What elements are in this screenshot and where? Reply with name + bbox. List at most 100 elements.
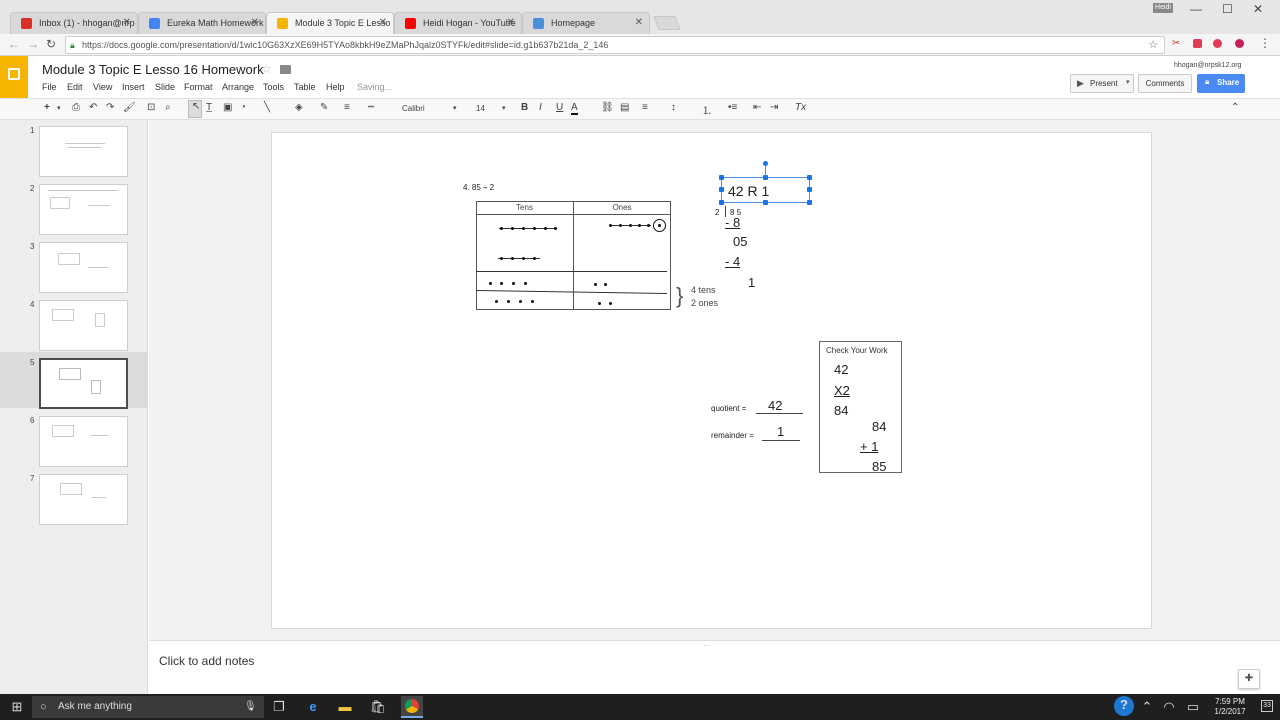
border-weight-icon[interactable]: ≡ bbox=[344, 102, 350, 113]
notes-placeholder[interactable]: Click to add notes bbox=[159, 654, 254, 668]
close-icon[interactable]: ✕ bbox=[379, 17, 387, 28]
folder-icon[interactable] bbox=[280, 65, 291, 74]
account-email[interactable]: hhogan@nrpsk12.org bbox=[1174, 62, 1241, 69]
wifi-icon[interactable]: ◠ bbox=[1160, 698, 1178, 716]
border-dash-icon[interactable]: ┅ bbox=[368, 102, 374, 113]
notes-resize-handle[interactable]: ··· bbox=[703, 641, 711, 650]
close-icon[interactable]: ✕ bbox=[635, 17, 643, 28]
menu-help[interactable]: Help bbox=[326, 82, 345, 92]
reload-icon[interactable]: ↻ bbox=[46, 37, 56, 51]
chevron-down-icon[interactable]: ▾ bbox=[502, 104, 506, 112]
edge-icon[interactable]: e bbox=[304, 698, 322, 716]
task-view-icon[interactable]: ❐ bbox=[270, 698, 288, 716]
menu-table[interactable]: Table bbox=[294, 82, 316, 92]
answer-text[interactable]: 42 R 1 bbox=[728, 183, 769, 199]
battery-icon[interactable]: ▭ bbox=[1184, 698, 1202, 716]
extension-icon[interactable] bbox=[1193, 39, 1202, 48]
select-cursor-icon[interactable]: ↖ bbox=[188, 100, 202, 118]
speaker-notes-panel[interactable]: ··· Click to add notes ✚ bbox=[149, 640, 1280, 694]
notification-count[interactable]: 33 bbox=[1261, 700, 1273, 712]
taskbar-search[interactable]: ○ Ask me anything 🎙︎ bbox=[32, 696, 264, 718]
resize-handle[interactable] bbox=[719, 175, 724, 180]
star-icon[interactable]: ☆ bbox=[261, 62, 272, 76]
forward-icon[interactable]: → bbox=[27, 37, 39, 51]
align-icon[interactable]: ≡ bbox=[642, 102, 648, 113]
help-icon[interactable]: ? bbox=[1114, 696, 1134, 716]
new-slide-icon[interactable]: + bbox=[44, 102, 50, 113]
menu-tools[interactable]: Tools bbox=[263, 82, 284, 92]
rotate-handle[interactable] bbox=[763, 161, 768, 166]
menu-insert[interactable]: Insert bbox=[122, 82, 145, 92]
close-icon[interactable]: ✕ bbox=[507, 17, 515, 28]
browser-tab-eureka[interactable]: Eureka Math Homework ✕ bbox=[138, 12, 266, 34]
remainder-value[interactable]: 1 bbox=[777, 424, 784, 439]
image-icon[interactable]: ▣ bbox=[223, 102, 232, 113]
check-your-work-box[interactable]: Check Your Work 42 X2 84 84 + 1 85 bbox=[819, 341, 902, 474]
close-window-icon[interactable]: ✕ bbox=[1253, 2, 1263, 16]
slide-thumbnail[interactable]: 3 bbox=[0, 236, 148, 293]
clock-time[interactable]: 7:59 PM bbox=[1205, 697, 1255, 706]
border-color-icon[interactable]: ✎ bbox=[320, 102, 328, 113]
slide-thumbnail[interactable]: 7 bbox=[0, 468, 148, 525]
bulleted-list-icon[interactable]: •≡ bbox=[728, 102, 737, 113]
slide-thumbnail-selected[interactable]: 5 bbox=[0, 352, 148, 409]
resize-handle[interactable] bbox=[807, 175, 812, 180]
menu-edit[interactable]: Edit bbox=[67, 82, 83, 92]
italic-icon[interactable]: I bbox=[539, 102, 542, 113]
back-icon[interactable]: ← bbox=[8, 37, 20, 51]
comment-icon[interactable]: ▤ bbox=[620, 102, 629, 113]
microphone-icon[interactable]: 🎙︎ bbox=[244, 696, 257, 718]
print-icon[interactable]: ⎙ bbox=[72, 102, 80, 113]
resize-handle[interactable] bbox=[807, 187, 812, 192]
clear-formatting-icon[interactable]: Tx bbox=[795, 102, 806, 113]
menu-format[interactable]: Format bbox=[184, 82, 213, 92]
menu-arrange[interactable]: Arrange bbox=[222, 82, 254, 92]
clock-date[interactable]: 1/2/2017 bbox=[1205, 707, 1255, 716]
star-icon[interactable]: ☆ bbox=[1148, 37, 1158, 53]
slide-thumbnail[interactable]: 2 bbox=[0, 178, 148, 235]
shape-icon[interactable]: ◔ bbox=[240, 102, 246, 113]
chevron-down-icon[interactable]: ▾ bbox=[57, 104, 61, 112]
resize-handle[interactable] bbox=[719, 187, 724, 192]
menu-view[interactable]: View bbox=[93, 82, 112, 92]
text-color-icon[interactable]: A bbox=[571, 102, 578, 115]
browser-tab-youtube[interactable]: Heidi Hogan - YouTube ✕ bbox=[394, 12, 522, 34]
explore-icon[interactable]: ✚ bbox=[1238, 669, 1260, 689]
profile-badge[interactable]: Heidi bbox=[1153, 3, 1173, 13]
problem-text[interactable]: 4. 85 ÷ 2 bbox=[463, 183, 494, 192]
underline-icon[interactable]: U bbox=[556, 102, 563, 113]
undo-icon[interactable]: ↶ bbox=[89, 102, 97, 113]
windows-start-icon[interactable]: ⊞ bbox=[8, 698, 26, 716]
close-icon[interactable]: ✕ bbox=[123, 17, 131, 28]
new-tab-button[interactable] bbox=[653, 16, 681, 30]
zoom-icon[interactable]: ⌕ bbox=[165, 102, 171, 113]
fill-color-icon[interactable]: ◈ bbox=[295, 102, 303, 113]
chevron-down-icon[interactable]: ▾ bbox=[453, 104, 457, 112]
share-button[interactable]: 🔒︎ Share bbox=[1197, 74, 1245, 93]
font-size-select[interactable]: 14 bbox=[476, 104, 485, 113]
menu-icon[interactable]: ⋮ bbox=[1259, 36, 1271, 50]
menu-file[interactable]: File bbox=[42, 82, 57, 92]
collapse-icon[interactable]: ⌃ bbox=[1231, 102, 1239, 113]
slide-thumbnail[interactable]: 6 bbox=[0, 410, 148, 467]
link-icon[interactable]: ⛓︎ bbox=[601, 102, 614, 113]
file-explorer-icon[interactable]: ▬ bbox=[336, 698, 354, 716]
resize-handle[interactable] bbox=[807, 200, 812, 205]
text-box-icon[interactable]: T̲ bbox=[206, 102, 212, 113]
present-button[interactable]: ▶ Present ▾ bbox=[1070, 74, 1134, 93]
resize-handle[interactable] bbox=[719, 200, 724, 205]
browser-tab-slides[interactable]: Module 3 Topic E Lesso ✕ bbox=[266, 12, 394, 34]
extension-icon[interactable]: ✂ bbox=[1172, 38, 1182, 49]
maximize-icon[interactable]: ☐ bbox=[1222, 2, 1233, 16]
browser-tab-homepage[interactable]: Homepage ✕ bbox=[522, 12, 650, 34]
quotient-value[interactable]: 42 bbox=[768, 398, 782, 413]
comments-button[interactable]: Comments bbox=[1138, 74, 1192, 93]
line-icon[interactable]: ╲ bbox=[264, 102, 270, 113]
url-input[interactable]: 🔒︎ https://docs.google.com/presentation/… bbox=[65, 36, 1165, 54]
store-icon[interactable]: 🛍︎ bbox=[369, 698, 387, 716]
menu-slide[interactable]: Slide bbox=[155, 82, 175, 92]
document-title[interactable]: Module 3 Topic E Lesso 16 Homework bbox=[42, 62, 264, 77]
bold-icon[interactable]: B bbox=[521, 102, 528, 113]
zoom-fit-icon[interactable]: ⊡ bbox=[147, 102, 155, 113]
slide-thumbnail[interactable]: 4 bbox=[0, 294, 148, 351]
